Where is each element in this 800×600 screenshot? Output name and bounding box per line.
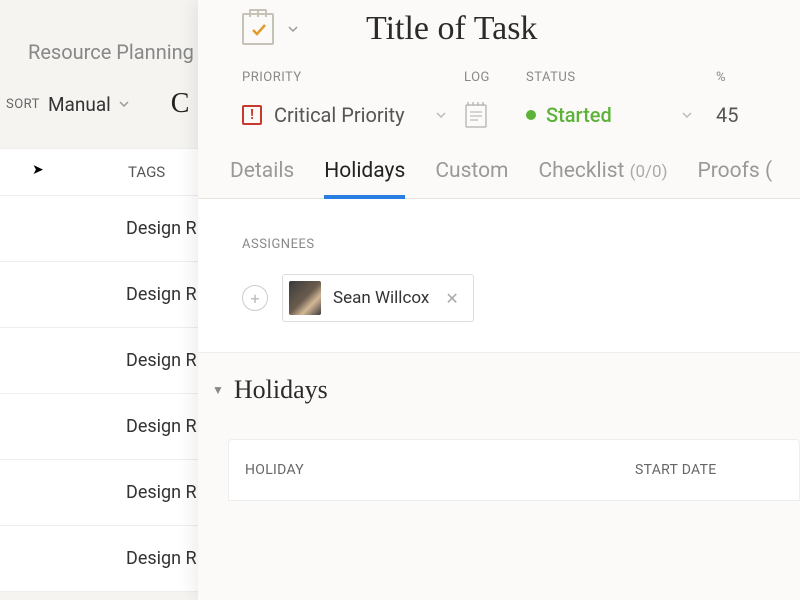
tab-checklist-count: (0/0) [630,162,668,182]
assignee-chip[interactable]: Sean Willcox ✕ [282,274,474,322]
status-dot-icon [526,110,536,120]
collapse-icon: ▼ [212,383,224,397]
priority-label: PRIORITY [242,70,464,85]
add-assignee-button[interactable]: + [242,285,268,311]
list-item[interactable]: Design R [0,262,200,328]
tab-details[interactable]: Details [230,159,294,195]
list-item[interactable]: Design R [0,526,200,592]
section-header[interactable]: ▼ Holidays [212,375,800,405]
task-icon[interactable] [242,13,274,45]
assignees-label: ASSIGNEES [242,237,800,252]
sort-control[interactable]: SORT Manual C [0,64,200,120]
list-item[interactable]: Design R [0,328,200,394]
tab-proofs[interactable]: Proofs ( [698,159,773,195]
page-title: Resource Planning [0,0,200,64]
section-title: Holidays [234,375,328,405]
chevron-down-icon [436,110,446,120]
holidays-section: ▼ Holidays HOLIDAY START DATE [198,353,800,501]
priority-value: Critical Priority [274,103,405,127]
chevron-down-icon [119,99,129,109]
assignees-section: ASSIGNEES + Sean Willcox ✕ [198,199,800,353]
log-icon[interactable] [464,101,488,129]
tab-checklist-label: Checklist [538,159,624,183]
background-list: Resource Planning SORT Manual C ➤ TAGS D… [0,0,200,600]
list-item[interactable]: Design R [0,196,200,262]
tabs: Details Holidays Custom Checklist (0/0) … [198,129,800,199]
panel-header: Title of Task [198,0,800,70]
tags-column-header: TAGS [0,148,200,196]
tab-holidays[interactable]: Holidays [324,159,405,199]
sort-label: SORT [6,97,40,112]
sort-value: Manual [48,93,111,116]
percent-label: % [716,70,796,85]
priority-dropdown[interactable]: ! Critical Priority [242,103,464,127]
task-list: Design R Design R Design R Design R Desi… [0,196,200,592]
tab-custom[interactable]: Custom [435,159,508,195]
chevron-down-icon[interactable] [288,24,298,34]
table-header: HOLIDAY START DATE [229,440,799,500]
tab-checklist[interactable]: Checklist (0/0) [538,159,667,195]
assignee-row: + Sean Willcox ✕ [242,274,800,322]
percent-value[interactable]: 45 [716,103,796,127]
column-holiday[interactable]: HOLIDAY [245,462,635,478]
status-value: Started [546,103,612,127]
task-detail-panel: Title of Task PRIORITY ! Critical Priori… [198,0,800,600]
list-item[interactable]: Design R [0,394,200,460]
avatar [289,281,321,315]
holidays-table: HOLIDAY START DATE [228,439,800,501]
task-title[interactable]: Title of Task [366,10,537,48]
status-dropdown[interactable]: Started [526,103,716,127]
task-fields: PRIORITY ! Critical Priority LOG [198,70,800,129]
chevron-down-icon [682,110,692,120]
critical-icon: ! [242,105,262,125]
remove-assignee-button[interactable]: ✕ [441,289,462,308]
column-letter: C [171,88,190,120]
log-label: LOG [464,70,526,85]
column-start-date[interactable]: START DATE [635,462,717,478]
status-label: STATUS [526,70,716,85]
list-item[interactable]: Design R [0,460,200,526]
assignee-name: Sean Willcox [333,288,429,308]
